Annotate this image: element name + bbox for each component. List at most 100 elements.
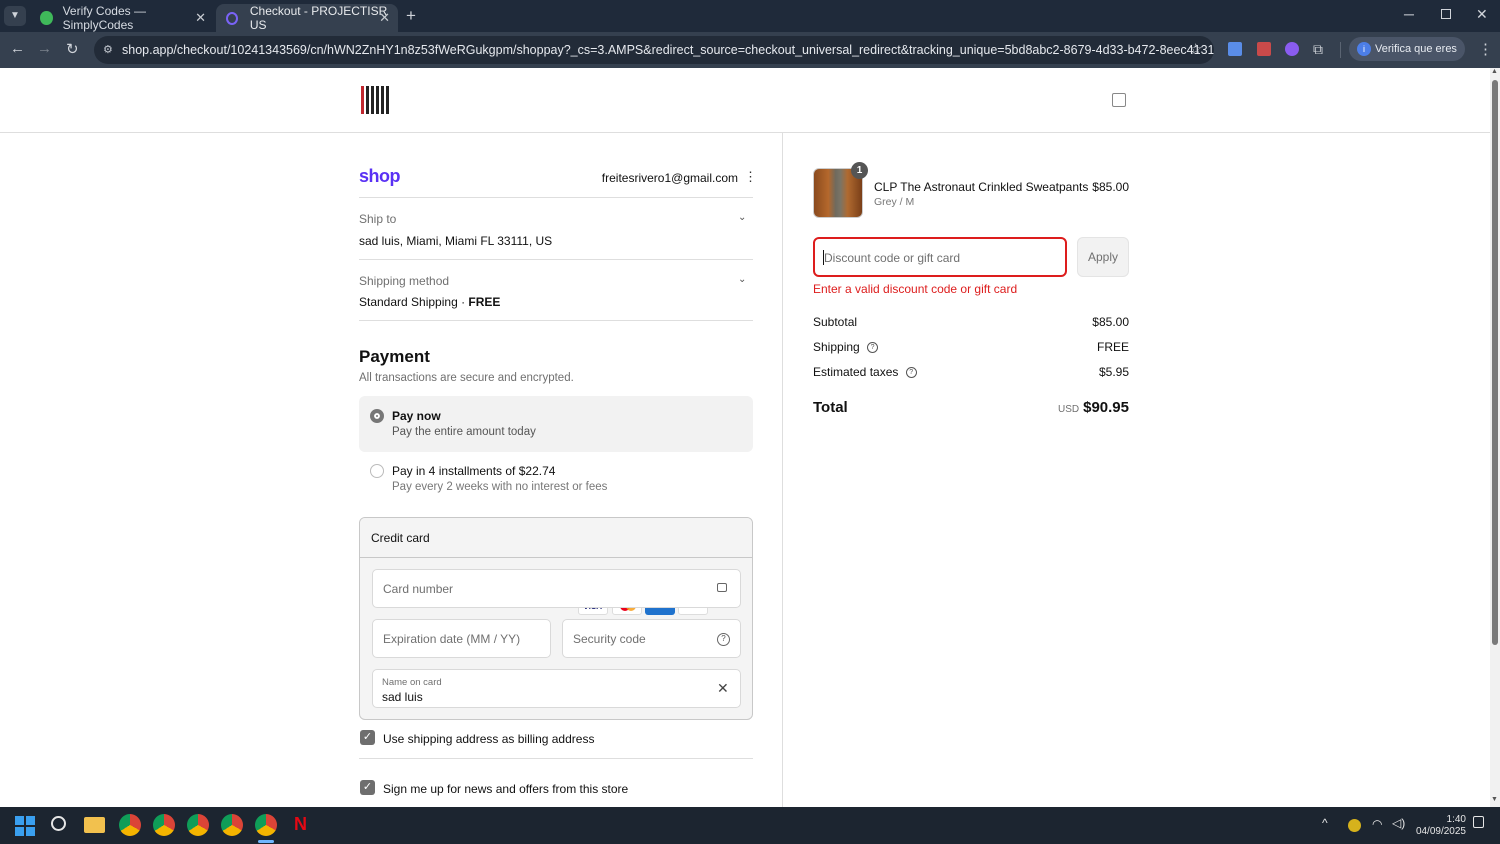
card-number-field[interactable]: Card number <box>372 569 741 608</box>
total-value: $90.95 <box>1083 399 1129 416</box>
payment-title: Payment <box>359 347 430 366</box>
tab-title: Verify Codes — SimplyCodes <box>62 4 146 32</box>
close-window-icon[interactable]: ✕ <box>1476 6 1488 23</box>
close-tab-icon[interactable]: ✕ <box>379 10 390 26</box>
close-tab-icon[interactable]: ✕ <box>195 10 206 26</box>
expiration-date-field[interactable]: Expiration date (MM / YY) <box>372 619 551 658</box>
file-explorer-icon[interactable] <box>84 817 105 833</box>
extension-purple-icon[interactable] <box>1285 42 1299 56</box>
shop-pay-logo: shop <box>359 166 401 186</box>
forward-icon[interactable]: → <box>37 40 52 57</box>
url-text: shop.app/checkout/10241343569/cn/hWN2ZnH… <box>122 43 1214 57</box>
checkout-page: shop freitesrivero1@gmail.com ⋮ Ship to … <box>0 68 1490 807</box>
shipping-help-icon[interactable]: ? <box>867 342 879 354</box>
scroll-up-icon[interactable]: ▲ <box>1491 68 1498 75</box>
security-code-field[interactable]: Security code ? <box>562 619 741 658</box>
minimize-icon[interactable]: ─ <box>1404 6 1414 22</box>
credit-card-header[interactable]: Credit card <box>360 518 752 558</box>
shipping-summary-value: FREE <box>1096 340 1129 354</box>
back-icon[interactable]: ← <box>10 40 25 57</box>
discount-code-input[interactable]: Discount code or gift card <box>813 237 1067 277</box>
reload-icon[interactable]: ↻ <box>66 40 79 58</box>
newsletter-checkbox[interactable]: ✓ <box>360 780 375 795</box>
tab-list-dropdown-icon[interactable]: ▼ <box>4 6 26 26</box>
subtotal-value: $85.00 <box>1092 315 1129 329</box>
menu-icon[interactable]: ⋮ <box>1478 40 1493 58</box>
discount-error-message: Enter a valid discount code or gift card <box>813 282 1018 296</box>
clock-date[interactable]: 04/09/2025 <box>1410 826 1466 837</box>
page-scrollbar[interactable]: ▲ ▼ <box>1490 68 1500 807</box>
translate-icon[interactable] <box>1228 42 1242 56</box>
wifi-icon[interactable]: ◠ <box>1372 817 1382 831</box>
tab-verify-codes[interactable]: Verify Codes — SimplyCodes ✕ <box>30 4 214 32</box>
toolbar-divider <box>1340 42 1341 58</box>
divider <box>359 320 753 321</box>
option-title: Pay in 4 installments of $22.74 <box>392 464 556 478</box>
windows-start-icon[interactable] <box>15 816 35 836</box>
billing-checkbox[interactable]: ✓ <box>360 730 375 745</box>
search-icon[interactable] <box>51 816 66 831</box>
option-subtitle: Pay every 2 weeks with no interest or fe… <box>392 481 608 493</box>
chrome-icon[interactable] <box>119 814 141 836</box>
scroll-down-icon[interactable]: ▼ <box>1491 796 1498 803</box>
name-on-card-field[interactable]: Name on card sad luis ✕ <box>372 669 741 708</box>
tab-checkout[interactable]: Checkout - PROJECTISR US ✕ <box>216 4 398 32</box>
option-subtitle: Pay the entire amount today <box>392 426 536 438</box>
chrome-active-icon[interactable] <box>255 814 277 836</box>
extensions-puzzle-icon[interactable]: ⧉ <box>1313 41 1323 58</box>
tray-app-icon[interactable] <box>1348 819 1361 832</box>
subtotal-label: Subtotal <box>813 315 858 329</box>
cart-bag-icon[interactable] <box>1112 93 1126 107</box>
pay-installments-option[interactable]: Pay in 4 installments of $22.74 Pay ever… <box>359 456 753 504</box>
scrollbar-thumb[interactable] <box>1492 80 1498 645</box>
apply-button[interactable]: Apply <box>1077 237 1129 277</box>
divider <box>359 197 753 198</box>
shipping-summary-label: Shipping ? <box>813 340 879 354</box>
active-app-indicator <box>258 840 274 843</box>
pay-now-option[interactable]: Pay now Pay the entire amount today <box>359 396 753 452</box>
clock-time[interactable]: 1:40 <box>1410 814 1466 825</box>
radio-selected-icon[interactable] <box>370 409 384 423</box>
shipping-method-label: Shipping method <box>359 274 450 288</box>
payment-subtitle: All transactions are secure and encrypte… <box>359 372 574 384</box>
chrome-icon[interactable] <box>187 814 209 836</box>
credit-card-label: Credit card <box>371 531 430 545</box>
extension-icon[interactable] <box>1257 42 1271 56</box>
chrome-icon[interactable] <box>153 814 175 836</box>
total-label: Total <box>813 399 848 416</box>
profile-verify-badge[interactable]: i Verifica que eres tú <box>1349 37 1465 79</box>
address-bar[interactable]: ⚙ shop.app/checkout/10241343569/cn/hWN2Z… <box>94 36 1214 64</box>
tab-title: Checkout - PROJECTISR US <box>249 4 388 32</box>
radio-unselected-icon[interactable] <box>370 464 384 478</box>
divider <box>359 758 753 759</box>
help-icon[interactable]: ? <box>717 633 730 646</box>
name-on-card-label: Name on card <box>382 677 442 688</box>
notifications-icon[interactable] <box>1473 816 1484 828</box>
shipping-method-chevron-icon[interactable]: ⌄ <box>738 274 746 285</box>
taxes-value: $5.95 <box>1098 365 1129 379</box>
info-icon: i <box>1357 42 1371 56</box>
volume-icon[interactable]: ◁) <box>1392 816 1405 830</box>
option-title: Pay now <box>392 409 441 423</box>
header-divider <box>0 132 1490 133</box>
taxes-label: Estimated taxes ? <box>813 365 917 379</box>
product-variant: Grey / M <box>874 196 915 208</box>
account-menu-icon[interactable]: ⋮ <box>744 169 757 185</box>
new-tab-icon[interactable]: + <box>406 6 416 26</box>
store-logo[interactable] <box>361 86 391 114</box>
site-settings-icon[interactable]: ⚙ <box>103 36 113 64</box>
newsletter-checkbox-label: Sign me up for news and offers from this… <box>383 782 629 796</box>
chrome-icon[interactable] <box>221 814 243 836</box>
tray-chevron-icon[interactable]: ^ <box>1322 816 1328 830</box>
browser-tab-bar: ▼ Verify Codes — SimplyCodes ✕ Checkout … <box>0 0 1500 32</box>
restore-icon[interactable] <box>1441 9 1451 19</box>
ship-to-value: sad luis, Miami, Miami FL 33111, US <box>359 234 553 248</box>
bookmark-star-icon[interactable]: ☆ <box>1189 40 1202 58</box>
netflix-icon[interactable]: N <box>294 814 307 835</box>
taxes-help-icon[interactable]: ? <box>905 367 917 379</box>
shipping-method-value: Standard Shipping · FREE <box>359 295 501 309</box>
ship-to-chevron-icon[interactable]: ⌄ <box>738 212 746 223</box>
account-email: freitesrivero1@gmail.com <box>601 171 738 185</box>
clear-icon[interactable]: ✕ <box>717 680 729 697</box>
divider <box>359 259 753 260</box>
